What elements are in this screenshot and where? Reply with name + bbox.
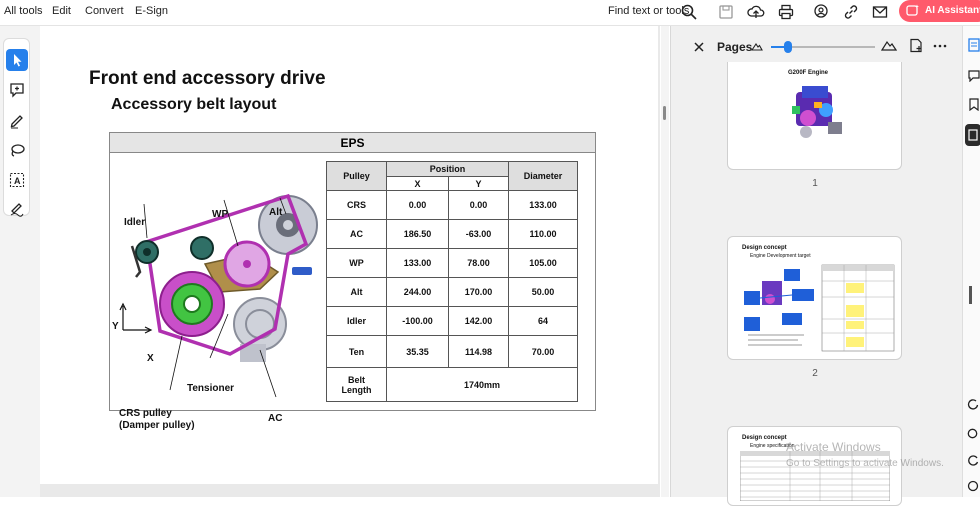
comment-tool[interactable] bbox=[6, 79, 28, 101]
label-wp: WP bbox=[212, 209, 229, 220]
fit-page-icon[interactable] bbox=[967, 480, 979, 492]
eps-figure: EPS Idler WP Alt Y X Tensioner CRS pulle… bbox=[109, 132, 596, 431]
page-thumbnail-2[interactable]: Design concept Engine Development target bbox=[727, 236, 902, 360]
text-box-icon: A bbox=[9, 172, 25, 188]
refresh-icon[interactable] bbox=[967, 454, 979, 466]
pages-panel-header: Pages bbox=[671, 26, 963, 64]
label-x-axis: X bbox=[147, 353, 154, 364]
thumb-1-title: G200F Engine bbox=[788, 70, 829, 76]
ai-sparkle-icon bbox=[906, 4, 919, 16]
activate-windows-subtext: Go to Settings to activate Windows. bbox=[786, 458, 944, 469]
highlight-tool[interactable] bbox=[6, 109, 28, 131]
ai-assistant-label: AI Assistant bbox=[925, 5, 980, 16]
close-icon[interactable] bbox=[693, 41, 705, 53]
scrollbar-thumb[interactable] bbox=[663, 106, 666, 120]
tool-palette: A bbox=[3, 38, 30, 219]
label-ac: AC bbox=[268, 413, 283, 424]
insert-page-icon[interactable] bbox=[909, 38, 923, 53]
thumb-3-title: Design concept bbox=[742, 435, 787, 441]
sign-tool[interactable] bbox=[6, 197, 28, 219]
header-x: X bbox=[386, 176, 449, 191]
label-crs-pulley: CRS pulley bbox=[119, 408, 172, 419]
slider-thumb[interactable] bbox=[783, 41, 792, 53]
page-number-1: 1 bbox=[812, 178, 818, 189]
right-icon-strip bbox=[962, 26, 980, 497]
menu-all-tools[interactable]: All tools bbox=[4, 5, 43, 17]
ai-assistant-button[interactable]: AI Assistant bbox=[899, 0, 980, 22]
table-row: Alt 244.00 170.00 50.00 bbox=[326, 277, 578, 307]
bookmark-icon[interactable] bbox=[968, 98, 980, 111]
thumb-2-title: Design concept bbox=[742, 245, 787, 251]
select-tool[interactable] bbox=[6, 49, 28, 71]
document-page: Front end accessory drive Accessory belt… bbox=[40, 26, 658, 484]
print-icon[interactable] bbox=[777, 3, 795, 21]
eps-header: EPS bbox=[110, 133, 595, 153]
document-scrollbar[interactable] bbox=[661, 26, 669, 497]
strip-scrollbar-thumb[interactable] bbox=[969, 286, 972, 304]
header-diameter: Diameter bbox=[508, 161, 578, 191]
comment-add-icon bbox=[10, 83, 24, 98]
lasso-icon bbox=[11, 144, 25, 157]
belt-layout-diagram bbox=[119, 193, 318, 398]
share-icon[interactable] bbox=[812, 3, 830, 21]
left-toolbar: A bbox=[0, 26, 40, 497]
design-concept-graphic bbox=[744, 264, 895, 352]
label-idler: Idler bbox=[124, 217, 146, 228]
engine-image bbox=[792, 86, 842, 138]
pulley-position-table: Pulley Position Diameter X Y CRS 0.00 0.… bbox=[326, 161, 578, 402]
header-pulley: Pulley bbox=[326, 161, 387, 191]
label-damper-pulley: (Damper pulley) bbox=[119, 420, 195, 431]
draw-tool[interactable] bbox=[6, 139, 28, 161]
zoom-out-mountain-icon[interactable] bbox=[751, 40, 763, 52]
text-recognition-tool[interactable]: A bbox=[6, 169, 28, 191]
tensioner-pulley bbox=[190, 236, 214, 260]
rotate-icon[interactable] bbox=[967, 398, 979, 410]
table-row: WP 133.00 78.00 105.00 bbox=[326, 248, 578, 278]
top-toolbar: All tools Edit Convert E-Sign Find text … bbox=[0, 0, 980, 26]
zoom-in-mountain-icon[interactable] bbox=[881, 38, 897, 52]
signature-pen-icon bbox=[10, 203, 24, 217]
pages-panel-title: Pages bbox=[717, 40, 753, 54]
search-icon[interactable] bbox=[680, 3, 698, 21]
mail-icon[interactable] bbox=[871, 3, 889, 21]
label-alt: Alt bbox=[269, 207, 283, 218]
menu-esign[interactable]: E-Sign bbox=[135, 5, 168, 17]
cursor-icon bbox=[14, 54, 22, 67]
header-position: Position bbox=[386, 161, 509, 177]
table-row: CRS 0.00 0.00 133.00 bbox=[326, 190, 578, 220]
table-row: AC 186.50 -63.00 110.00 bbox=[326, 219, 578, 249]
pages-panel: Pages G200F Engine 1 Design concept Engi… bbox=[670, 26, 963, 506]
page-subtitle: Accessory belt layout bbox=[111, 96, 277, 113]
svg-text:A: A bbox=[14, 176, 21, 186]
find-label[interactable]: Find text or tools bbox=[608, 5, 689, 17]
thumb-2-subtitle: Engine Development target bbox=[750, 253, 811, 259]
document-canvas[interactable]: Front end accessory drive Accessory belt… bbox=[40, 26, 660, 497]
table-row: Idler -100.00 142.00 64 bbox=[326, 306, 578, 336]
menu-convert[interactable]: Convert bbox=[85, 5, 124, 17]
more-options-icon[interactable] bbox=[933, 44, 947, 48]
table-row: Ten 35.35 114.98 70.00 bbox=[326, 335, 578, 368]
link-icon[interactable] bbox=[842, 3, 860, 21]
zoom-icon[interactable] bbox=[967, 428, 979, 440]
header-y: Y bbox=[448, 176, 509, 191]
menu-edit[interactable]: Edit bbox=[52, 5, 71, 17]
table-row-belt-length: Belt Length 1740mm bbox=[326, 367, 578, 402]
comments-panel-icon[interactable] bbox=[968, 70, 980, 82]
upload-cloud-icon[interactable] bbox=[747, 3, 765, 21]
label-y-axis: Y bbox=[112, 321, 119, 332]
pen-icon bbox=[10, 115, 23, 129]
save-icon[interactable] bbox=[717, 3, 735, 21]
pages-icon bbox=[968, 129, 978, 141]
page-number-2: 2 bbox=[812, 368, 818, 379]
activate-windows-watermark: Activate Windows bbox=[786, 440, 881, 454]
label-tensioner: Tensioner bbox=[187, 383, 235, 394]
page-title: Front end accessory drive bbox=[89, 68, 326, 89]
document-panel-icon[interactable] bbox=[968, 38, 980, 52]
page-thumbnail-1[interactable]: G200F Engine bbox=[727, 62, 902, 170]
pages-panel-toggle[interactable] bbox=[965, 124, 980, 146]
